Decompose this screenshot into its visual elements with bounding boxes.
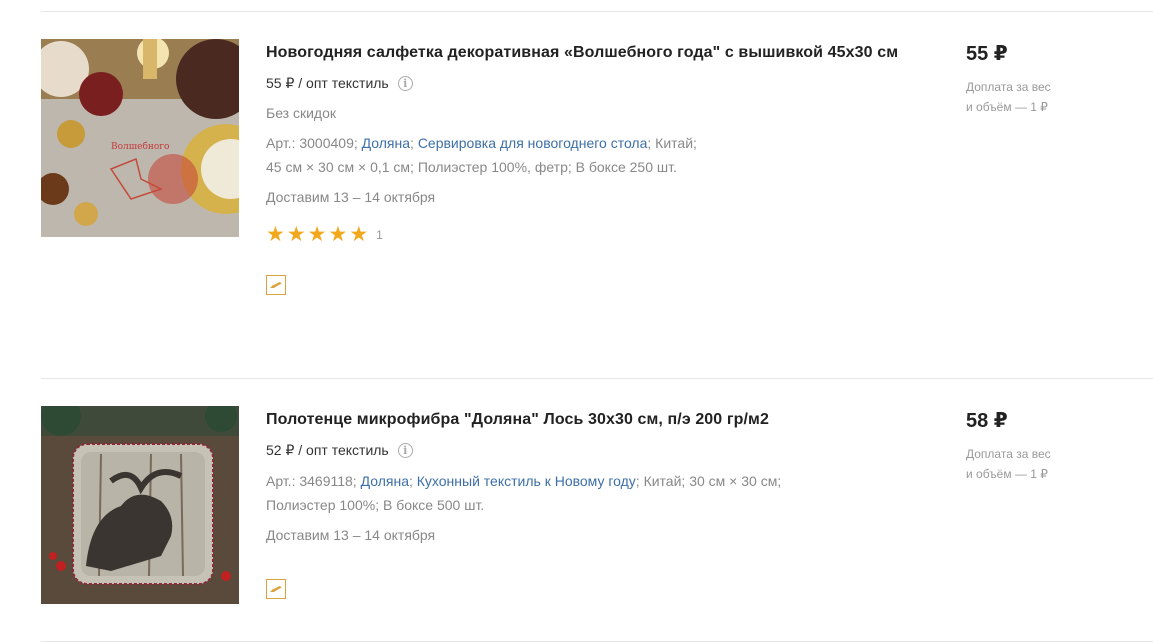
- weight-surcharge: Доплата за вес и объём — 1 ₽: [966, 444, 1106, 484]
- wholesale-price-text: 52 ₽ / опт текстиль: [266, 442, 389, 458]
- discount-status: Без скидок: [266, 105, 336, 121]
- brand-link[interactable]: Доляна: [362, 135, 410, 151]
- product-title[interactable]: Новогодняя салфетка декоративная «Волшеб…: [266, 39, 906, 66]
- country: Китай;: [655, 135, 697, 151]
- surcharge-line: и объём — 1 ₽: [966, 467, 1048, 481]
- brand-link[interactable]: Доляна: [361, 473, 409, 489]
- price-block: 55 ₽ Доплата за вес и объём — 1 ₽: [966, 39, 1106, 117]
- rating[interactable]: ★ ★ ★ ★ ★ 1: [266, 223, 906, 246]
- article-number: Арт.: 3469118;: [266, 473, 357, 489]
- product-list: Волшебного Новогодняя салфетка декоратив…: [0, 0, 1153, 643]
- courier-badge-icon[interactable]: [266, 579, 286, 599]
- delivery-date: Доставим 13 – 14 октября: [266, 189, 436, 205]
- product-info: Полотенце микрофибра "Доляна" Лось 30х30…: [266, 406, 906, 599]
- surcharge-line: Доплата за вес: [966, 80, 1051, 94]
- product-meta: Арт.: 3000409; Доляна; Сервировка для но…: [266, 135, 697, 175]
- divider: [41, 641, 1153, 642]
- category-link[interactable]: Сервировка для новогоднего стола: [418, 135, 648, 151]
- price: 55 ₽: [966, 43, 1008, 65]
- product-size: 30 см × 30 см;: [689, 473, 782, 489]
- rating-count: 1: [376, 228, 383, 242]
- product-title[interactable]: Полотенце микрофибра "Доляна" Лось 30х30…: [266, 406, 906, 433]
- info-icon[interactable]: i: [397, 443, 413, 458]
- svg-text:Волшебного: Волшебного: [111, 141, 169, 152]
- wholesale-price: 55 ₽ / опт текстиль i: [266, 75, 906, 92]
- article-number: Арт.: 3000409;: [266, 135, 358, 151]
- product-info: Новогодняя салфетка декоративная «Волшеб…: [266, 39, 906, 295]
- courier-badge-icon[interactable]: [266, 275, 286, 295]
- weight-surcharge: Доплата за вес и объём — 1 ₽: [966, 77, 1106, 117]
- star-icon: ★: [349, 223, 369, 246]
- surcharge-line: Доплата за вес: [966, 447, 1051, 461]
- product-image-towel[interactable]: [41, 406, 239, 604]
- star-icon: ★: [266, 223, 285, 246]
- delivery-date: Доставим 13 – 14 октября: [266, 527, 436, 543]
- price: 58 ₽: [966, 410, 1008, 432]
- price-block: 58 ₽ Доплата за вес и объём — 1 ₽: [966, 406, 1106, 484]
- country: Китай;: [643, 473, 686, 489]
- product-card: Волшебного Новогодняя салфетка декоратив…: [41, 39, 1153, 359]
- product-meta: Арт.: 3469118; Доляна; Кухонный текстиль…: [266, 473, 782, 513]
- divider: [41, 11, 1153, 12]
- wholesale-price-text: 55 ₽ / опт текстиль: [266, 75, 389, 91]
- product-specs: 45 см × 30 см × 0,1 см; Полиэстер 100%, …: [266, 159, 677, 175]
- surcharge-line: и объём — 1 ₽: [966, 100, 1048, 114]
- info-icon[interactable]: i: [397, 76, 413, 91]
- product-specs: Полиэстер 100%; В боксе 500 шт.: [266, 497, 485, 513]
- star-icon: ★: [307, 223, 327, 246]
- divider: [41, 378, 1153, 379]
- product-image-napkin[interactable]: Волшебного: [41, 39, 239, 237]
- wholesale-price: 52 ₽ / опт текстиль i: [266, 442, 906, 459]
- category-link[interactable]: Кухонный текстиль к Новому году: [417, 473, 636, 489]
- product-card: Полотенце микрофибра "Доляна" Лось 30х30…: [41, 406, 1153, 626]
- star-icon: ★: [286, 223, 306, 246]
- star-icon: ★: [328, 223, 348, 246]
